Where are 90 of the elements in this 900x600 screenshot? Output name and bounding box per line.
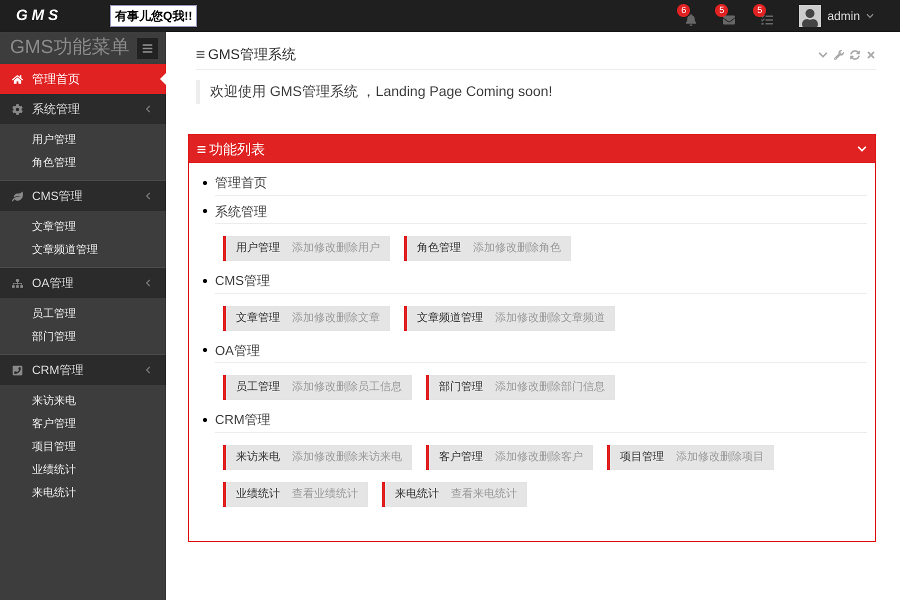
chevron-icon <box>144 279 152 287</box>
function-name: 文章频道管理 <box>417 310 483 326</box>
function-description: 添加修改删除来访来电 <box>292 450 402 465</box>
sidebar-item[interactable]: CRM管理 <box>0 355 166 385</box>
function-name: 业绩统计 <box>236 486 280 502</box>
function-description: 添加修改删除文章频道 <box>495 310 605 326</box>
function-tile[interactable]: 用户管理 添加修改删除用户 <box>223 236 390 261</box>
function-description: 添加修改删除部门信息 <box>495 380 605 396</box>
function-description: 添加修改删除用户 <box>292 240 380 256</box>
submenu-item[interactable]: 员工管理 <box>0 303 166 326</box>
chevron-icon <box>144 105 152 113</box>
function-name: 来访来电 <box>236 450 280 465</box>
qq-badge[interactable]: 有事儿您Q我!! <box>110 5 198 27</box>
submenu-item[interactable]: 文章管理 <box>0 216 166 239</box>
sidebar-item[interactable]: CMS管理 <box>0 181 166 211</box>
sidebar-item[interactable]: OA管理 <box>0 268 166 298</box>
collapse-icon[interactable] <box>857 144 867 154</box>
section-title: 管理首页 <box>215 174 267 192</box>
submenu-item[interactable]: 部门管理 <box>0 326 166 349</box>
bullet-icon <box>203 348 207 352</box>
bullet-icon <box>203 180 207 185</box>
active-pointer <box>160 73 166 85</box>
function-name: 角色管理 <box>417 241 461 256</box>
function-tile[interactable]: 来电统计 查看来电统计 <box>382 482 527 506</box>
function-tile[interactable]: 部门管理 添加修改删除部门信息 <box>426 375 615 400</box>
sitemap-icon <box>12 278 23 288</box>
function-tile[interactable]: 角色管理 添加修改删除角色 <box>404 236 571 261</box>
panel-title: 功能列表 <box>209 140 266 158</box>
welcome-message: 欢迎使用 GMS管理系统 ，Landing Page Coming soon! <box>210 83 552 99</box>
submenu-item[interactable]: 文章频道管理 <box>0 239 166 262</box>
function-name: 用户管理 <box>236 240 280 256</box>
function-description: 添加修改删除项目 <box>676 450 764 465</box>
section-title: CMS管理 <box>215 272 270 290</box>
bullet-icon <box>203 278 207 283</box>
function-tile[interactable]: 客户管理 添加修改删除客户 <box>426 444 593 470</box>
function-tile[interactable]: 来访来电 添加修改删除来访来电 <box>223 444 412 470</box>
list-icon <box>197 144 206 154</box>
function-description: 添加修改删除员工信息 <box>292 380 402 396</box>
function-description: 添加修改删除角色 <box>473 241 561 256</box>
user-icon <box>801 9 820 27</box>
phone-icon <box>12 364 23 376</box>
function-tile[interactable]: 员工管理 添加修改删除员工信息 <box>223 375 412 400</box>
submenu-item[interactable]: 客户管理 <box>0 413 166 436</box>
caret-icon[interactable] <box>866 12 874 20</box>
function-description: 添加修改删除文章 <box>292 310 380 326</box>
function-description: 查看业绩统计 <box>292 486 358 502</box>
function-tile[interactable]: 项目管理 添加修改删除项目 <box>607 444 774 470</box>
function-description: 查看来电统计 <box>451 486 517 502</box>
function-tile[interactable]: 业绩统计 查看业绩统计 <box>223 482 368 506</box>
home-icon <box>12 74 23 84</box>
chevron-icon <box>144 366 152 374</box>
section-title: OA管理 <box>215 342 260 360</box>
section-title: 系统管理 <box>215 202 267 220</box>
count-badge: 5 <box>715 4 728 17</box>
sidebar-title: GMS功能菜单 <box>10 36 130 60</box>
section-title: CRM管理 <box>215 411 271 429</box>
panel-title: GMS管理系统 <box>208 45 297 64</box>
leaf-icon <box>12 190 23 202</box>
function-name: 员工管理 <box>236 380 280 396</box>
avatar[interactable] <box>799 5 822 27</box>
submenu-item[interactable]: 业绩统计 <box>0 459 166 482</box>
function-name: 部门管理 <box>439 380 483 396</box>
bullet-icon <box>203 418 207 422</box>
menu-icon <box>142 42 154 54</box>
count-badge: 5 <box>753 4 766 17</box>
submenu-item[interactable]: 来访来电 <box>0 390 166 413</box>
submenu-item[interactable]: 用户管理 <box>0 129 166 152</box>
function-tile[interactable]: 文章管理 添加修改删除文章 <box>223 306 390 330</box>
submenu-item[interactable]: 角色管理 <box>0 152 166 175</box>
bullet-icon <box>203 209 207 214</box>
submenu-item[interactable]: 项目管理 <box>0 436 166 459</box>
function-tile[interactable]: 文章频道管理 添加修改删除文章频道 <box>404 306 615 330</box>
tasks-icon <box>761 14 774 26</box>
user-name[interactable]: admin <box>827 7 860 25</box>
menu-toggle[interactable] <box>137 38 158 58</box>
function-name: 项目管理 <box>620 450 664 465</box>
settings-icon <box>12 104 23 114</box>
submenu-item[interactable]: 来电统计 <box>0 482 166 505</box>
envelope-icon <box>723 14 736 26</box>
logo[interactable]: GMS <box>16 4 110 28</box>
function-name: 客户管理 <box>439 450 483 465</box>
count-badge: 6 <box>677 4 690 17</box>
list-icon <box>196 50 205 59</box>
chevron-icon <box>144 192 152 200</box>
function-description: 添加修改删除客户 <box>495 450 583 465</box>
function-name: 文章管理 <box>236 310 280 326</box>
function-name: 来电统计 <box>395 486 439 502</box>
sidebar-item[interactable]: 管理首页 <box>0 64 166 94</box>
bell-icon <box>685 14 698 26</box>
sidebar-item[interactable]: 系统管理 <box>0 94 166 124</box>
